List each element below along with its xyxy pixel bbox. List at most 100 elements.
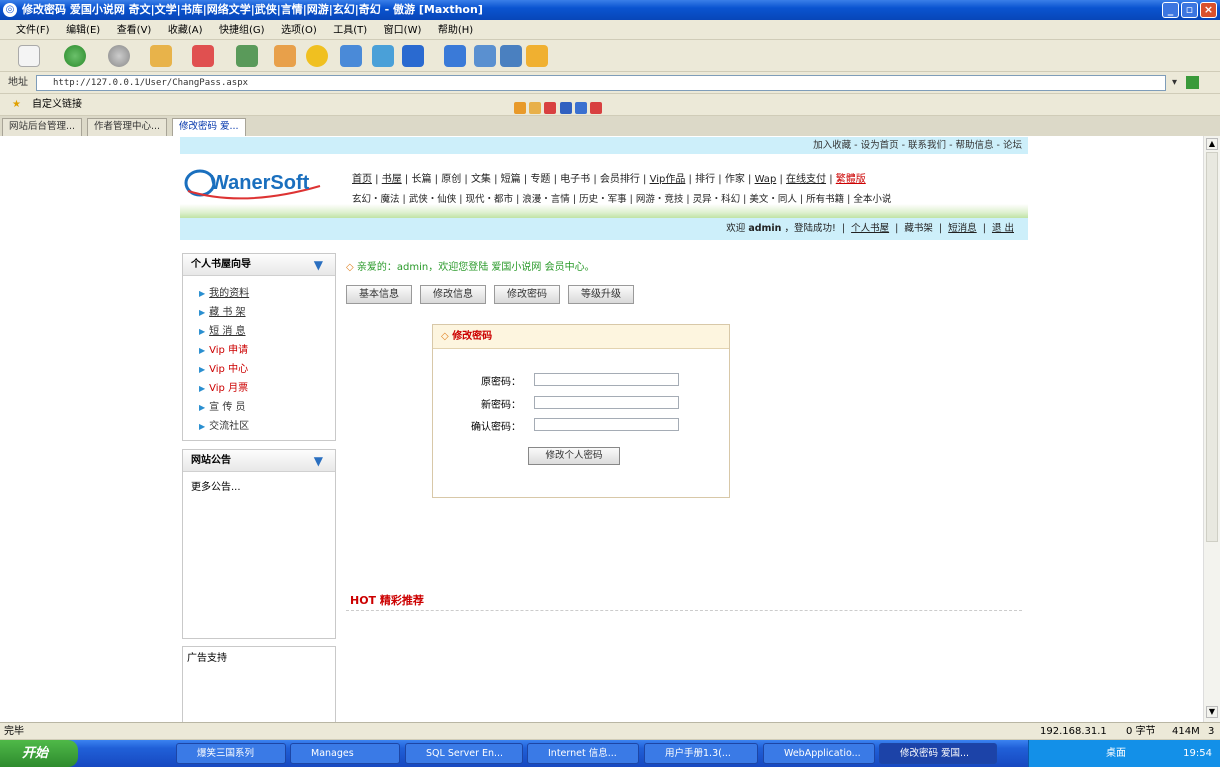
forward-icon[interactable] [108,45,130,67]
nav-primary-item[interactable]: 短篇 [501,174,521,185]
nav-primary-item[interactable]: 会员排行 [600,174,640,185]
submit-password-button[interactable]: 修改个人密码 [528,447,620,465]
tab-change-password[interactable]: 修改密码 爱... [172,118,246,137]
window-icon[interactable] [500,45,522,67]
screenshot-icon[interactable] [372,45,394,67]
nav-primary-item[interactable]: 长篇 [411,174,431,185]
sidebar-item[interactable]: ▶ Vip 月票 [183,379,335,398]
menu-favorites[interactable]: 收藏(A) [168,25,203,36]
close-all-icon[interactable] [589,102,602,114]
taskbar-item[interactable]: 用户手册1.3(... [644,743,758,764]
undo-icon[interactable] [402,45,424,67]
sidebar-item-label: Vip 中心 [209,364,249,375]
taskbar-item[interactable]: Internet 信息... [527,743,639,764]
system-tray: 桌面 19:54 [1028,740,1220,767]
status-count: 3 [1208,726,1215,737]
collapse-icon[interactable]: ▼ [314,254,323,276]
tab-author[interactable]: 作者管理中心... [87,118,168,136]
sidebar-item[interactable]: ▶ Vip 申请 [183,341,335,360]
nav-primary-item[interactable]: 排行 [695,174,715,185]
menu-window[interactable]: 窗口(W) [384,25,422,36]
nav-primary-item[interactable]: 首页 [352,174,372,185]
menu-options[interactable]: 选项(O) [281,25,317,36]
desktop-toolbar[interactable]: 桌面 [1106,748,1126,759]
pref-icon[interactable] [514,102,526,114]
sidebar-item[interactable]: ▶ 交流社区 [183,417,335,436]
tab-bar: 网站后台管理... 作者管理中心... 修改密码 爱... [0,116,1220,137]
up-icon[interactable] [150,45,172,67]
nav-primary-item[interactable]: 书屋 [382,174,402,185]
nav-primary-item[interactable]: 繁體版 [836,174,866,185]
new-password-input[interactable] [534,396,679,409]
old-password-label: 原密码： [481,377,521,388]
link-logout[interactable]: 退 出 [992,223,1014,234]
sidebar-item[interactable]: ▶ 藏 书 架 [183,303,335,322]
vertical-scrollbar[interactable]: ▲ ▼ [1203,136,1220,722]
nav-primary-item[interactable]: 专题 [530,174,550,185]
start-button[interactable]: 开始 [0,740,78,767]
link-messages[interactable]: 短消息 [948,223,977,234]
nav-primary-item[interactable]: Vip作品 [650,174,686,185]
menu-groups[interactable]: 快捷组(G) [219,25,265,36]
tab-edit-info[interactable]: 修改信息 [420,285,486,304]
menu-view[interactable]: 查看(V) [117,25,152,36]
split-icon[interactable] [444,45,466,67]
sidebar-item-label: 短 消 息 [209,326,246,337]
sidebar-item[interactable]: ▶ 宣 传 员 [183,398,335,417]
go-icon[interactable] [1186,76,1199,89]
maximize-button[interactable]: ▫ [1181,2,1198,18]
menu-file[interactable]: 文件(F) [16,25,50,36]
minimize-button[interactable]: _ [1162,2,1179,18]
menu-edit[interactable]: 编辑(E) [66,25,100,36]
link-personal-library[interactable]: 个人书屋 [851,223,889,234]
arrow-icon: ▶ [199,327,206,336]
sidebar-item[interactable]: ▶ 我的资料 [183,284,335,303]
dropdown-icon[interactable]: ▾ [1172,72,1177,94]
new-page-icon[interactable] [18,45,40,67]
restore-icon[interactable] [574,102,587,114]
sidebar-item[interactable]: ▶ Vip 中心 [183,360,335,379]
menu-help[interactable]: 帮助(H) [438,25,473,36]
nav-primary-item[interactable]: 电子书 [560,174,590,185]
address-input[interactable]: http://127.0.0.1/User/ChangPass.aspx [36,75,1166,91]
taskbar-item[interactable]: WebApplicatio... [763,743,875,764]
tab-change-pwd[interactable]: 修改密码 [494,285,560,304]
collapse-icon[interactable]: ▼ [314,450,323,472]
clock: 19:54 [1183,748,1212,759]
sidebar-item-label: 宣 传 员 [209,402,246,413]
stop-icon[interactable] [192,45,214,67]
refresh-icon[interactable] [236,45,258,67]
confirm-password-input[interactable] [534,418,679,431]
site-top-links[interactable]: 加入收藏 - 设为首页 - 联系我们 - 帮助信息 - 论坛 [180,137,1028,154]
home-icon[interactable] [274,45,296,67]
nav-primary-item[interactable]: 在线支付 [786,174,826,185]
sidebar-item-label: 我的资料 [209,288,250,299]
next-icon[interactable] [529,102,542,114]
close-button[interactable]: × [1200,2,1217,18]
tab-basic-info[interactable]: 基本信息 [346,285,412,304]
nav-primary-item[interactable]: 文集 [471,174,491,185]
nav-primary-item[interactable]: 原创 [441,174,461,185]
menu-tools[interactable]: 工具(T) [333,25,367,36]
close-tab-icon[interactable] [544,102,557,114]
sidebar-item[interactable]: ▶ 短 消 息 [183,322,335,341]
favorites-star-icon[interactable] [306,45,328,67]
old-password-input[interactable] [534,373,679,386]
link-bookshelf[interactable]: 藏书架 [904,223,933,234]
custom-links[interactable]: 自定义链接 [32,99,82,110]
nav-primary-item[interactable]: 作家 [725,174,745,185]
group-icon[interactable] [340,45,362,67]
notice-more-link[interactable]: 更多公告... [183,472,335,499]
taskbar-item[interactable]: 爆笑三国系列 [176,743,286,764]
welcome-prefix: 欢迎 [726,223,746,234]
notes-icon[interactable] [526,45,548,67]
taskbar-item[interactable]: 修改密码 爱国... [879,743,997,764]
taskbar-item[interactable]: SQL Server En... [405,743,523,764]
sidebar-icon[interactable] [474,45,496,67]
tab-admin[interactable]: 网站后台管理... [2,118,83,136]
tab-upgrade[interactable]: 等级升级 [568,285,634,304]
tab-list-icon[interactable] [559,102,572,114]
taskbar-item[interactable]: Manages [290,743,400,764]
back-icon[interactable] [64,45,86,67]
nav-primary-item[interactable]: Wap [755,174,777,185]
